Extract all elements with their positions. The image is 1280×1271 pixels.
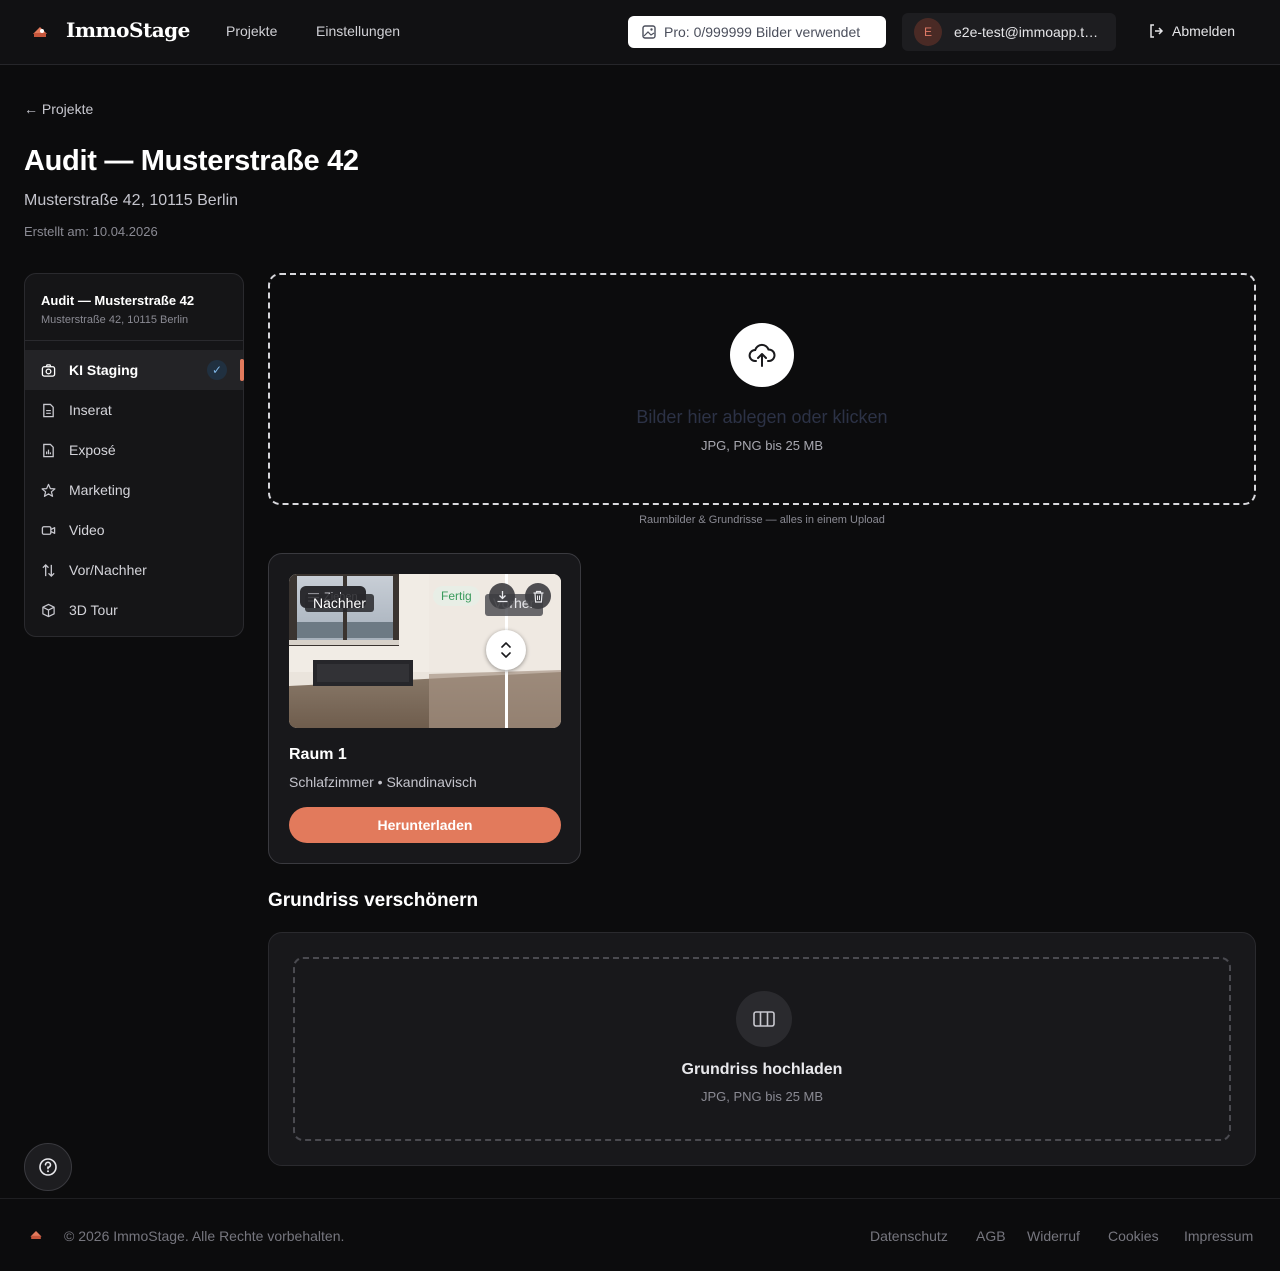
cube-icon (42, 603, 55, 617)
divider (25, 340, 243, 341)
upload-circle (730, 323, 794, 387)
active-indicator (240, 359, 244, 381)
sidebar-item-ki-staging[interactable]: KI Staging ✓ (25, 350, 244, 390)
sidebar-item-label: KI Staging (69, 362, 139, 378)
created-date: Erstellt am: 10.04.2026 (24, 224, 158, 239)
sidebar-item-vor-nachher[interactable]: Vor/Nachher (25, 550, 243, 590)
upload-hint: Raumbilder & Grundrisse — alles in einem… (639, 514, 885, 526)
help-button[interactable] (24, 1143, 72, 1191)
floorplan-upload-title: Grundriss hochladen (681, 1061, 843, 1078)
sidebar-item-inserat[interactable]: Inserat (25, 390, 243, 430)
floorplan-panel: Grundriss hochladen JPG, PNG bis 25 MB (268, 932, 1256, 1166)
download-icon (497, 590, 507, 602)
back-link[interactable]: ← Projekte (24, 101, 93, 117)
logo-icon[interactable] (30, 22, 50, 42)
document-icon (43, 403, 54, 417)
floorplan-section-title: Grundriss verschönern (268, 890, 479, 911)
file-chart-icon (43, 443, 54, 457)
camera-icon (41, 363, 56, 377)
sidebar-item-video[interactable]: Video (25, 510, 243, 550)
help-icon (39, 1158, 57, 1176)
star-icon (41, 483, 56, 497)
user-menu[interactable]: E e2e-test@immoapp.t… (902, 13, 1116, 51)
image-upload-dropzone[interactable]: Bilder hier ablegen oder klicken JPG, PN… (268, 273, 1256, 505)
footer-link-impressum[interactable]: Impressum (1184, 1228, 1253, 1244)
chevron-up-down-icon (501, 642, 511, 658)
room-card: Ziehen Nachher Fertig Vorher Raum 1 Schl… (268, 553, 581, 864)
upload-title: Bilder hier ablegen oder klicken (636, 407, 888, 427)
room-name: Raum 1 (289, 746, 347, 763)
footer: © 2026 ImmoStage. Alle Rechte vorbehalte… (0, 1198, 1280, 1271)
sidebar-subtitle: Musterstraße 42, 10115 Berlin (41, 314, 189, 326)
logout-label: Abmelden (1172, 23, 1236, 39)
sidebar-item-label: Video (69, 522, 105, 538)
footer-link-cookies[interactable]: Cookies (1108, 1228, 1159, 1244)
brand-name[interactable]: ImmoStage (66, 18, 190, 42)
compare-slider-handle[interactable] (486, 630, 526, 670)
room-meta: Schlafzimmer • Skandinavisch (289, 774, 477, 790)
nav-einstellungen[interactable]: Einstellungen (316, 23, 400, 39)
sidebar-item-label: Exposé (69, 442, 116, 458)
copyright: © 2026 ImmoStage. Alle Rechte vorbehalte… (64, 1228, 345, 1244)
cloud-upload-icon (748, 343, 776, 367)
sidebar-item-expose[interactable]: Exposé (25, 430, 243, 470)
user-email: e2e-test@immoapp.t… (954, 24, 1099, 40)
sidebar-item-label: 3D Tour (69, 602, 118, 618)
upload-subtitle: JPG, PNG bis 25 MB (700, 438, 824, 453)
page-title: Audit — Musterstraße 42 (24, 145, 359, 177)
avatar: E (914, 18, 942, 46)
download-icon-button[interactable] (489, 583, 515, 609)
top-bar: ImmoStage Projekte Einstellungen Pro: 0/… (0, 0, 1280, 65)
footer-link-agb[interactable]: AGB (976, 1228, 1006, 1244)
floorplan-icon (753, 1011, 775, 1027)
logout-button[interactable]: Abmelden (1148, 23, 1235, 39)
download-button[interactable]: Herunterladen (289, 807, 561, 843)
logout-icon (1150, 24, 1164, 38)
footer-link-datenschutz[interactable]: Datenschutz (870, 1228, 948, 1244)
room-compare-image[interactable]: Ziehen Nachher Fertig Vorher (289, 574, 561, 728)
project-sidebar: Audit — Musterstraße 42 Musterstraße 42,… (24, 273, 244, 637)
arrows-up-down-icon (42, 563, 55, 577)
page-address: Musterstraße 42, 10115 Berlin (24, 192, 239, 209)
floorplan-upload-dropzone[interactable]: Grundriss hochladen JPG, PNG bis 25 MB (293, 957, 1231, 1141)
footer-link-widerruf[interactable]: Widerruf (1027, 1228, 1080, 1244)
sidebar-item-marketing[interactable]: Marketing (25, 470, 243, 510)
logo-icon (30, 1231, 42, 1239)
nav-projekte[interactable]: Projekte (226, 23, 277, 39)
status-badge: Fertig (433, 586, 480, 606)
floorplan-upload-subtitle: JPG, PNG bis 25 MB (700, 1089, 824, 1104)
sidebar-title: Audit — Musterstraße 42 (41, 293, 195, 308)
sidebar-item-label: Marketing (69, 482, 131, 498)
usage-badge[interactable]: Pro: 0/999999 Bilder verwendet (628, 16, 886, 48)
delete-button[interactable] (525, 583, 551, 609)
after-label: Nachher (305, 594, 374, 612)
sidebar-item-3d-tour[interactable]: 3D Tour (25, 590, 243, 630)
trash-icon (533, 590, 543, 603)
floorplan-circle (736, 991, 792, 1047)
image-icon (642, 25, 656, 39)
usage-text: Pro: 0/999999 Bilder verwendet (664, 24, 861, 40)
sidebar-item-label: Inserat (69, 402, 112, 418)
sidebar-item-label: Vor/Nachher (69, 562, 147, 578)
video-icon (41, 525, 56, 535)
check-icon: ✓ (207, 360, 227, 380)
